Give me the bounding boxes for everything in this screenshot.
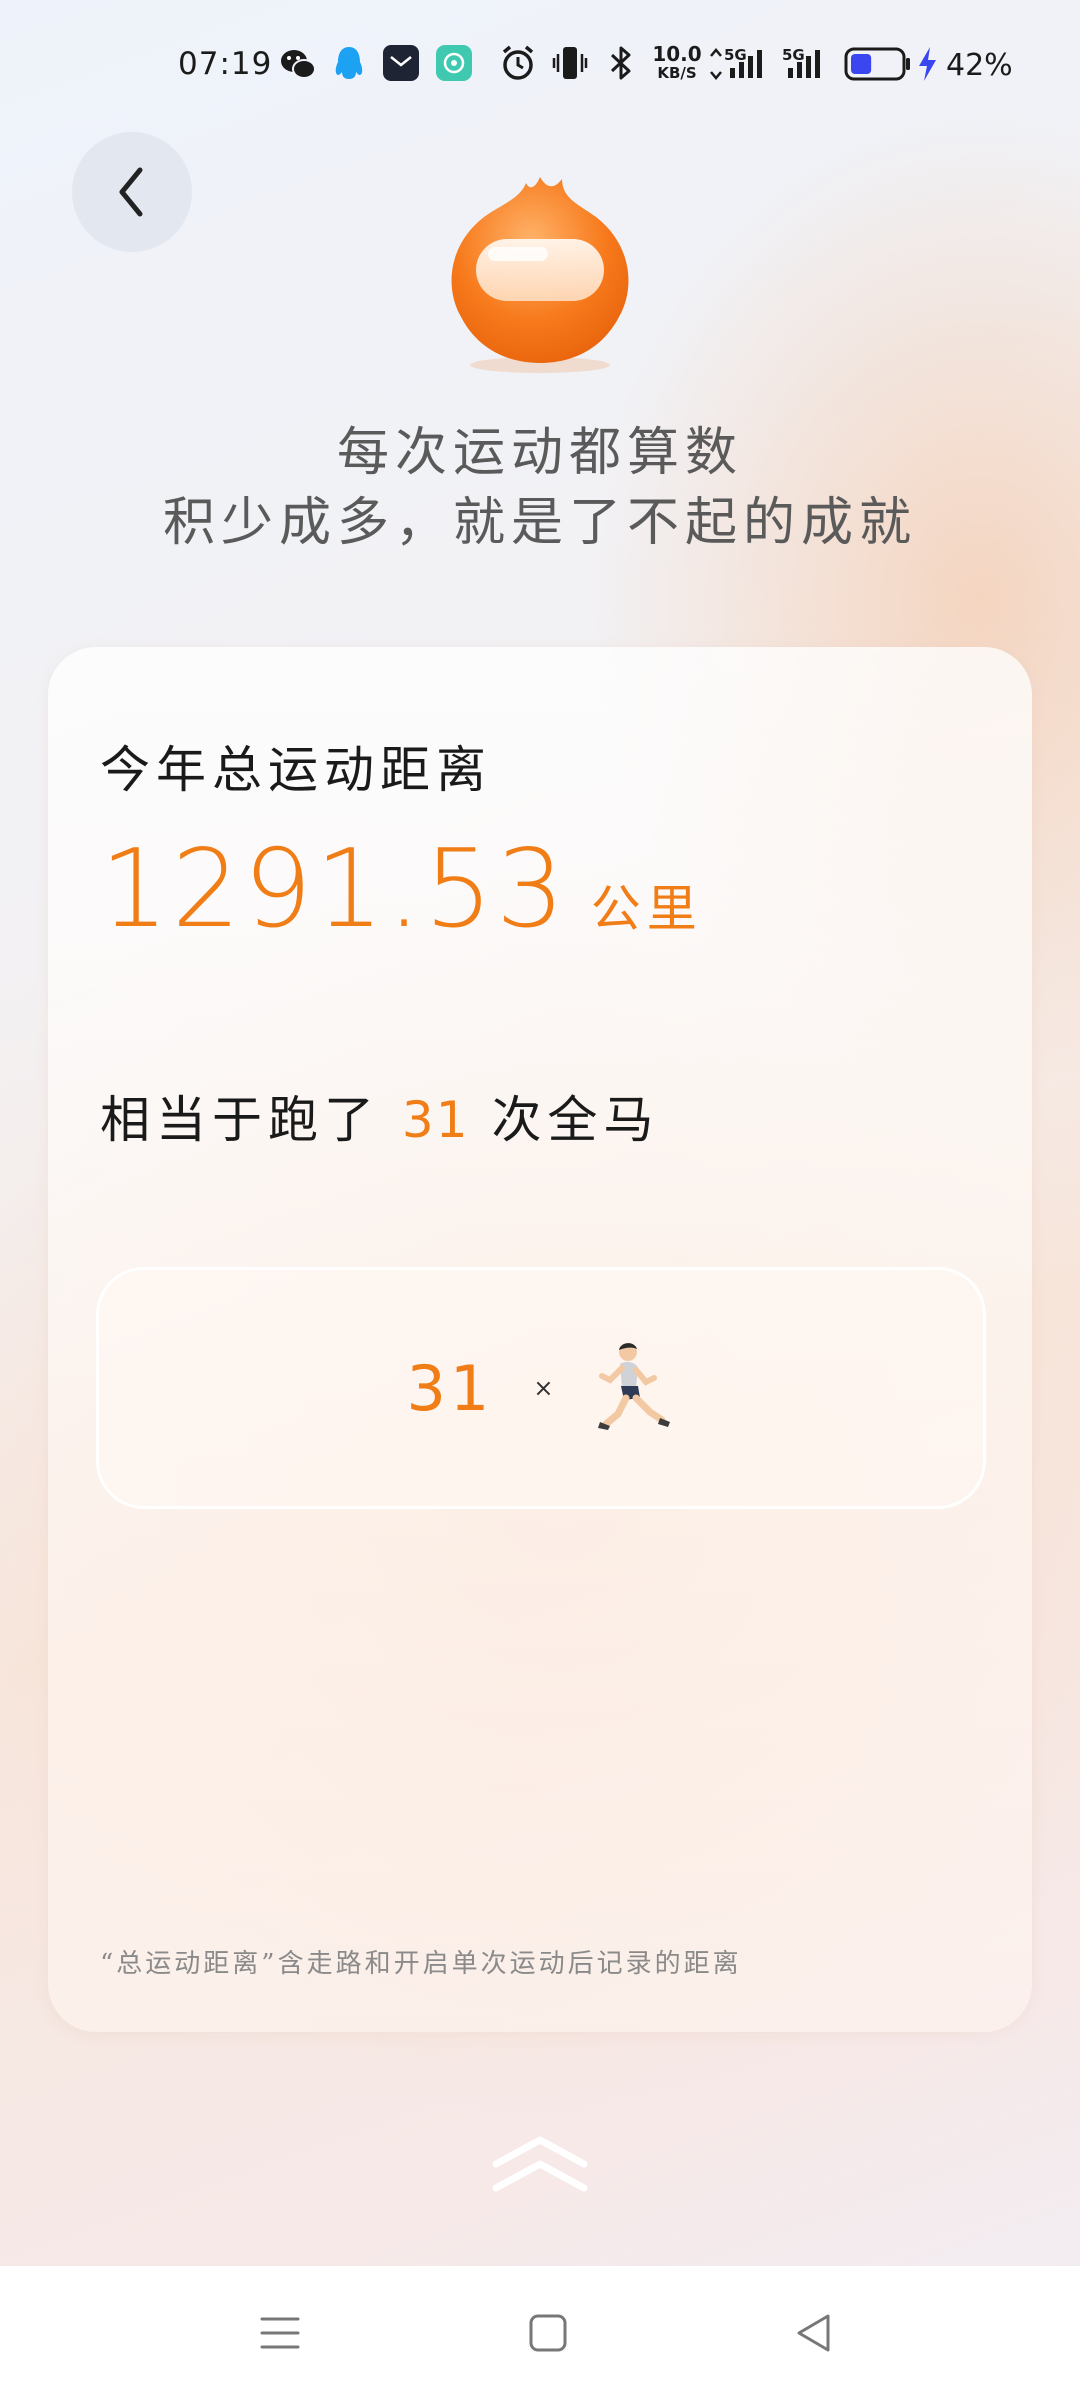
times-sign: × <box>533 1374 554 1402</box>
status-bar: 07:19 10.0 KB/S 5G 5G 42% <box>0 36 1080 96</box>
bluetooth-icon <box>610 46 631 80</box>
battery-percent: 42% <box>946 48 1013 83</box>
total-distance-label: 今年总运动距离 <box>100 741 492 799</box>
network-speed-unit: KB/S <box>657 64 697 82</box>
marathon-count-box: 31 × <box>96 1267 986 1509</box>
marathon-equivalent-prefix: 相当于跑了 <box>100 1091 380 1149</box>
mail-app-icon <box>383 45 419 81</box>
marathon-equivalent: 相当于跑了 31 次全马 <box>100 1080 659 1152</box>
svg-text:5G: 5G <box>782 46 805 64</box>
home-button[interactable] <box>488 2266 608 2400</box>
charging-icon <box>919 47 936 81</box>
total-distance-value: 1291.53 <box>100 827 568 952</box>
svg-text:5G: 5G <box>724 46 747 64</box>
system-back-button[interactable] <box>754 2266 874 2400</box>
signal-5g-icon: 5G <box>782 46 820 78</box>
back-button[interactable] <box>72 132 192 252</box>
signal-5g-icon: 5G <box>710 46 762 80</box>
wechat-icon <box>281 50 316 79</box>
home-square-icon <box>529 2314 567 2352</box>
runner-icon <box>597 1343 670 1430</box>
network-speed: 10.0 KB/S <box>650 42 704 82</box>
navigation-bar <box>0 2266 1080 2400</box>
total-distance-unit: 公里 <box>590 880 703 938</box>
total-distance: 1291.53 公里 <box>100 827 703 952</box>
marathon-equivalent-count: 31 <box>401 1091 470 1149</box>
qq-icon <box>335 47 363 79</box>
chevron-left-icon <box>119 167 143 217</box>
network-speed-value: 10.0 <box>652 42 702 66</box>
distance-footnote: “总运动距离”含走路和开启单次运动后记录的距离 <box>100 1949 742 1979</box>
mascot-icon <box>451 177 629 373</box>
annual-report-page: 07:19 10.0 KB/S 5G 5G 42% 每次运动都算数 积少成多，就… <box>0 0 1080 2400</box>
marathon-count: 31 <box>406 1351 494 1425</box>
marathon-equivalent-suffix: 次全马 <box>491 1091 660 1149</box>
back-triangle-icon <box>797 2314 830 2352</box>
battery-icon <box>844 47 910 81</box>
status-time: 07:19 <box>178 46 273 82</box>
vibrate-icon <box>552 47 588 79</box>
double-chevron-up-icon[interactable] <box>490 2130 590 2200</box>
distance-summary-card: 今年总运动距离 1291.53 公里 相当于跑了 31 次全马 31 × “总运… <box>48 647 1032 2032</box>
chat-app-icon <box>436 45 472 81</box>
alarm-icon <box>502 45 534 80</box>
recent-apps-button[interactable] <box>220 2266 340 2400</box>
slogan-line-1: 每次运动都算数 <box>336 423 743 483</box>
menu-icon <box>260 2317 300 2349</box>
slogan-line-2: 积少成多，就是了不起的成就 <box>162 493 917 553</box>
